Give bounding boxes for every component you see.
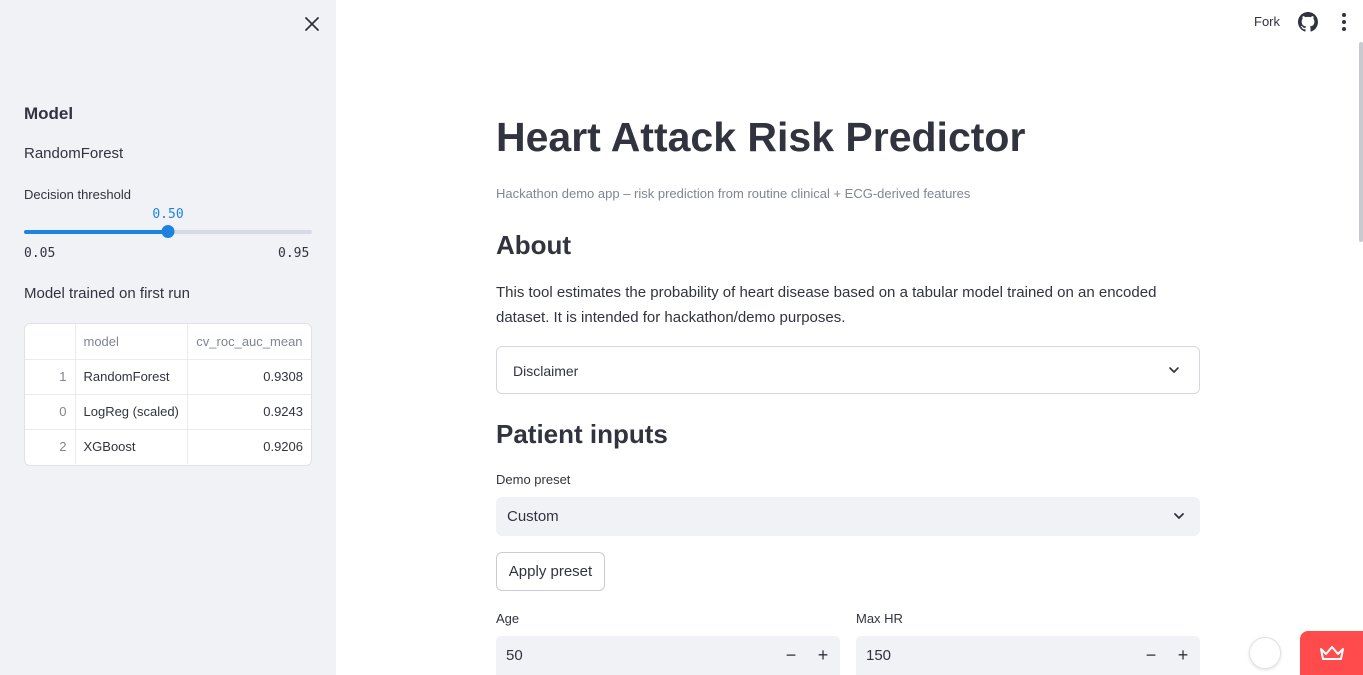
- patient-inputs-heading: Patient inputs: [496, 419, 668, 449]
- page-caption: Hackathon demo app – risk prediction fro…: [496, 186, 971, 201]
- max-hr-increment-button[interactable]: +: [1170, 642, 1196, 668]
- max-hr-label: Max HR: [856, 611, 903, 626]
- disclaimer-label: Disclaimer: [513, 363, 579, 379]
- row-model: RandomForest: [75, 359, 189, 395]
- table-header-row: model cv_roc_auc_mean: [25, 324, 311, 360]
- threshold-slider[interactable]: [24, 225, 312, 238]
- preset-select-value: Custom: [507, 508, 559, 525]
- row-index: 2: [25, 429, 76, 464]
- column-header-score[interactable]: cv_roc_auc_mean: [187, 324, 311, 360]
- row-score: 0.9243: [187, 394, 311, 430]
- table-row: 0 LogReg (scaled) 0.9243: [25, 394, 311, 430]
- threshold-value: 0.50: [152, 207, 184, 222]
- age-increment-button[interactable]: +: [810, 642, 836, 668]
- trained-note: Model trained on first run: [24, 285, 190, 302]
- row-index: 0: [25, 394, 76, 430]
- close-sidebar-icon[interactable]: [300, 12, 324, 36]
- about-heading: About: [496, 230, 572, 260]
- column-header-index[interactable]: [25, 324, 76, 360]
- row-score: 0.9206: [263, 439, 303, 455]
- max-hr-input[interactable]: 150 − +: [856, 636, 1200, 675]
- fork-link[interactable]: Fork: [1254, 14, 1280, 29]
- age-decrement-button[interactable]: −: [778, 642, 804, 668]
- more-vertical-icon[interactable]: [1336, 12, 1352, 32]
- age-value[interactable]: 50: [506, 647, 523, 664]
- threshold-min: 0.05: [24, 246, 56, 261]
- threshold-slider-fill: [24, 230, 168, 234]
- scrollbar[interactable]: [1359, 42, 1363, 242]
- row-score: 0.9308: [187, 359, 311, 395]
- preset-select[interactable]: Custom: [496, 497, 1200, 536]
- status-indicator[interactable]: [1249, 637, 1281, 669]
- threshold-max: 0.95: [278, 246, 310, 261]
- max-hr-value[interactable]: 150: [866, 647, 891, 664]
- column-header-model[interactable]: model: [75, 324, 189, 360]
- row-model: LogReg (scaled): [75, 394, 189, 430]
- about-text: This tool estimates the probability of h…: [496, 284, 1157, 326]
- chevron-down-icon: [1167, 363, 1181, 377]
- preset-label: Demo preset: [496, 472, 571, 487]
- page-title: Heart Attack Risk Predictor: [496, 114, 1026, 160]
- github-icon[interactable]: [1298, 12, 1318, 32]
- apply-preset-button[interactable]: Apply preset: [496, 552, 605, 591]
- sidebar-heading: Model: [24, 104, 74, 123]
- selected-model-name: RandomForest: [24, 145, 124, 162]
- disclaimer-expander[interactable]: Disclaimer: [496, 346, 1200, 394]
- model-scores-table[interactable]: model cv_roc_auc_mean 1 RandomForest 0.9…: [24, 323, 312, 466]
- age-label: Age: [496, 611, 520, 626]
- streamlit-badge[interactable]: [1300, 631, 1363, 675]
- threshold-slider-thumb[interactable]: [161, 225, 175, 238]
- table-row: 1 RandomForest 0.9308: [25, 359, 311, 395]
- threshold-label: Decision threshold: [24, 187, 131, 202]
- age-input[interactable]: 50 − +: [496, 636, 840, 675]
- sidebar: Model RandomForest Decision threshold 0.…: [0, 0, 336, 675]
- row-model: XGBoost: [75, 429, 189, 464]
- chevron-down-icon: [1172, 509, 1186, 523]
- max-hr-decrement-button[interactable]: −: [1138, 642, 1164, 668]
- table-row: 2 XGBoost 0.9206: [25, 429, 311, 464]
- row-index: 1: [25, 359, 76, 395]
- crown-icon: [1319, 646, 1344, 660]
